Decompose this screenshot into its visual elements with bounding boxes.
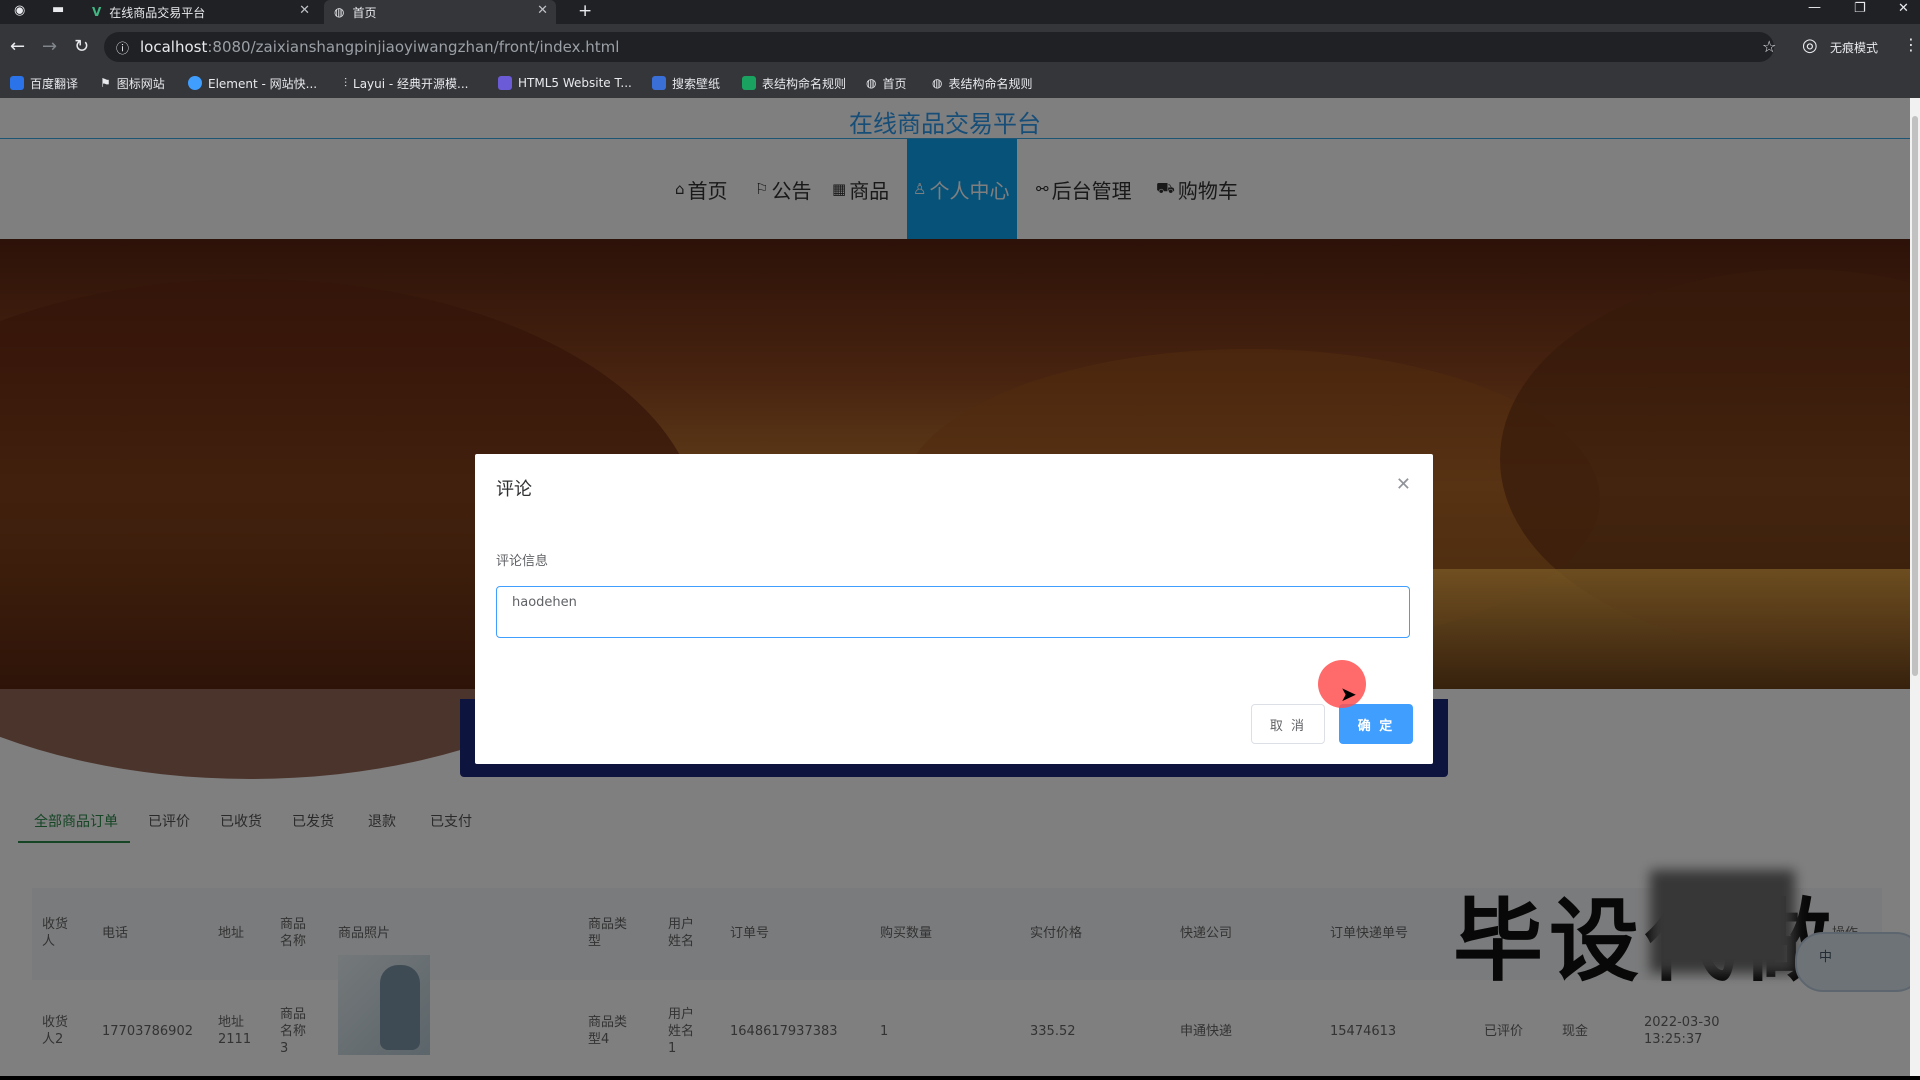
sheet-icon [742,76,756,90]
tab-title: 首页 [352,5,377,20]
comment-label: 评论信息 [496,554,549,569]
globe-icon: ◍ [932,76,943,90]
incognito-label: 无痕模式 [1830,41,1879,55]
bookmark-item[interactable]: ⚑ 图标网站 [100,73,165,93]
restore-icon[interactable]: ❐ [1854,1,1866,16]
close-tab-icon[interactable]: ✕ [537,3,548,18]
new-tab-icon[interactable]: + [578,1,592,21]
bookmark-item[interactable]: ◍ 表结构命名规则 [932,73,1033,93]
close-icon[interactable]: ✕ [1396,474,1411,495]
back-icon[interactable]: ← [10,36,25,57]
scrollbar[interactable] [1910,98,1920,1076]
minimize-icon[interactable]: — [1808,0,1821,15]
browser-tab-2[interactable]: ◍ 首页 ✕ [324,0,556,24]
browser-logo-icon: ◉ [14,3,26,18]
translate-icon [10,76,24,90]
element-icon [188,76,202,90]
bookmark-item[interactable]: ◍ 首页 [866,73,907,93]
comment-dialog: 评论 ✕ 评论信息 haodehen 取 消 确 定 [475,454,1433,764]
incognito-icon: ◎ [1802,35,1818,56]
wallpaper-icon [652,76,666,90]
info-icon[interactable]: ⓘ [116,38,129,57]
close-window-icon[interactable]: ✕ [1898,1,1909,16]
layui-icon: ⫶ [344,75,348,90]
browser-tab-1[interactable]: V 在线商品交易平台 ✕ [88,0,318,24]
bookmark-item[interactable]: 百度翻译 [10,73,78,93]
bookmark-item[interactable]: ⫶ Layui - 经典开源模... [344,73,469,93]
url-text[interactable]: localhost:8080/zaixianshangpinjiaoyiwang… [140,38,619,56]
globe-icon: ◍ [334,5,345,19]
close-tab-icon[interactable]: ✕ [299,3,310,18]
vue-logo-icon: V [92,5,102,19]
bookmark-item[interactable]: 搜索壁纸 [652,73,720,93]
tab-title: 在线商品交易平台 [109,5,206,20]
globe-icon: ◍ [866,76,877,90]
scrollbar-thumb[interactable] [1912,116,1918,676]
bookmark-item[interactable]: HTML5 Website T... [498,73,632,93]
browser-menu-icon[interactable]: ⋮ [1903,35,1919,54]
bookmark-star-icon[interactable]: ☆ [1762,37,1776,56]
window-menu-icon[interactable]: ▬ [52,2,64,17]
dialog-title: 评论 [496,479,532,500]
mouse-pointer-icon: ➤ [1340,682,1357,706]
flag-icon: ⚑ [100,76,111,90]
browser-tab-bar: ◉ ▬ V 在线商品交易平台 ✕ ◍ 首页 ✕ + — ❐ ✕ [0,0,1920,24]
bookmark-item[interactable]: 表结构命名规则 [742,73,846,93]
cancel-button[interactable]: 取 消 [1251,704,1325,744]
comment-textarea[interactable]: haodehen [496,586,1410,638]
bookmark-item[interactable]: Element - 网站快... [188,73,317,93]
forward-icon[interactable]: → [42,36,57,57]
reload-icon[interactable]: ↻ [74,36,89,57]
confirm-button[interactable]: 确 定 [1339,704,1413,744]
html5-icon [498,76,512,90]
